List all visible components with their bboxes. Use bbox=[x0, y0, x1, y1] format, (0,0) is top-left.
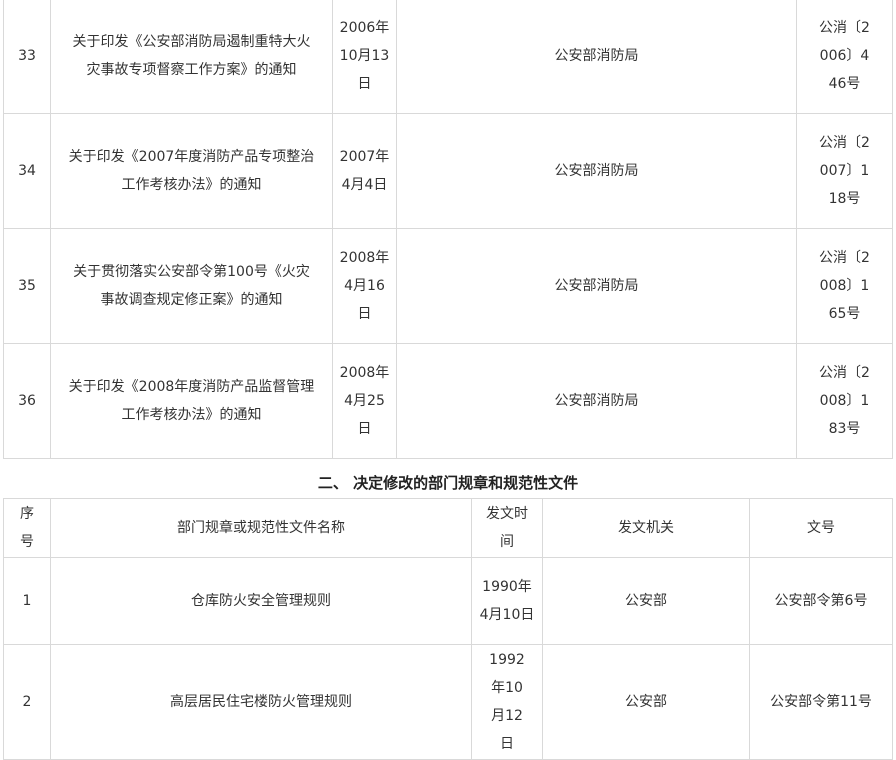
document-number: 公消〔2007〕118号 bbox=[796, 113, 893, 229]
issuing-authority: 公安部消防局 bbox=[396, 0, 797, 114]
document-number: 公消〔2006〕446号 bbox=[796, 0, 893, 114]
document-title: 关于印发《公安部消防局遏制重特大火灾事故专项督察工作方案》的通知 bbox=[50, 0, 333, 114]
issue-date: 2007年4月4日 bbox=[332, 113, 397, 229]
row-number: 1 bbox=[3, 557, 51, 645]
issue-date: 1990年4月10日 bbox=[471, 557, 543, 645]
header-issuer: 发文机关 bbox=[542, 498, 750, 558]
regulations-table-continued: 33 关于印发《公安部消防局遏制重特大火灾事故专项督察工作方案》的通知 2006… bbox=[3, 0, 893, 459]
issuing-authority: 公安部消防局 bbox=[396, 113, 797, 229]
document-number: 公消〔2008〕183号 bbox=[796, 343, 893, 459]
issue-date: 2008年4月16日 bbox=[332, 228, 397, 344]
table-row: 35 关于贯彻落实公安部令第100号《火灾事故调查规定修正案》的通知 2008年… bbox=[3, 228, 893, 344]
document-title: 关于贯彻落实公安部令第100号《火灾事故调查规定修正案》的通知 bbox=[50, 228, 333, 344]
section-heading: 二、 决定修改的部门规章和规范性文件 bbox=[317, 474, 579, 492]
document-number: 公安部令第11号 bbox=[749, 644, 893, 760]
row-number: 36 bbox=[3, 343, 51, 459]
regulation-name: 仓库防火安全管理规则 bbox=[50, 557, 472, 645]
table-row: 2 高层居民住宅楼防火管理规则 1992年10月12日 公安部 公安部令第11号 bbox=[3, 644, 893, 760]
document-title: 关于印发《2007年度消防产品专项整治工作考核办法》的通知 bbox=[50, 113, 333, 229]
issue-date: 1992年10月12日 bbox=[471, 644, 543, 760]
table-row: 34 关于印发《2007年度消防产品专项整治工作考核办法》的通知 2007年4月… bbox=[3, 113, 893, 229]
header-docno: 文号 bbox=[749, 498, 893, 558]
header-date: 发文时间 bbox=[471, 498, 543, 558]
issue-date: 2006年10月13日 bbox=[332, 0, 397, 114]
issuing-authority: 公安部消防局 bbox=[396, 343, 797, 459]
table-row: 36 关于印发《2008年度消防产品监督管理工作考核办法》的通知 2008年4月… bbox=[3, 343, 893, 459]
issuing-authority: 公安部 bbox=[542, 644, 750, 760]
issuing-authority: 公安部 bbox=[542, 557, 750, 645]
regulation-name: 高层居民住宅楼防火管理规则 bbox=[50, 644, 472, 760]
row-number: 35 bbox=[3, 228, 51, 344]
table-row: 33 关于印发《公安部消防局遏制重特大火灾事故专项督察工作方案》的通知 2006… bbox=[3, 0, 893, 114]
header-number: 序号 bbox=[3, 498, 51, 558]
row-number: 33 bbox=[3, 0, 51, 114]
row-number: 2 bbox=[3, 644, 51, 760]
header-name: 部门规章或规范性文件名称 bbox=[50, 498, 472, 558]
amended-regulations-table: 序号 部门规章或规范性文件名称 发文时间 发文机关 文号 1 仓库防火安全管理规… bbox=[3, 498, 893, 760]
issuing-authority: 公安部消防局 bbox=[396, 228, 797, 344]
row-number: 34 bbox=[3, 113, 51, 229]
document-number: 公消〔2008〕165号 bbox=[796, 228, 893, 344]
table-header-row: 序号 部门规章或规范性文件名称 发文时间 发文机关 文号 bbox=[3, 498, 893, 558]
issue-date: 2008年4月25日 bbox=[332, 343, 397, 459]
document-title: 关于印发《2008年度消防产品监督管理工作考核办法》的通知 bbox=[50, 343, 333, 459]
document-number: 公安部令第6号 bbox=[749, 557, 893, 645]
table-row: 1 仓库防火安全管理规则 1990年4月10日 公安部 公安部令第6号 bbox=[3, 557, 893, 645]
